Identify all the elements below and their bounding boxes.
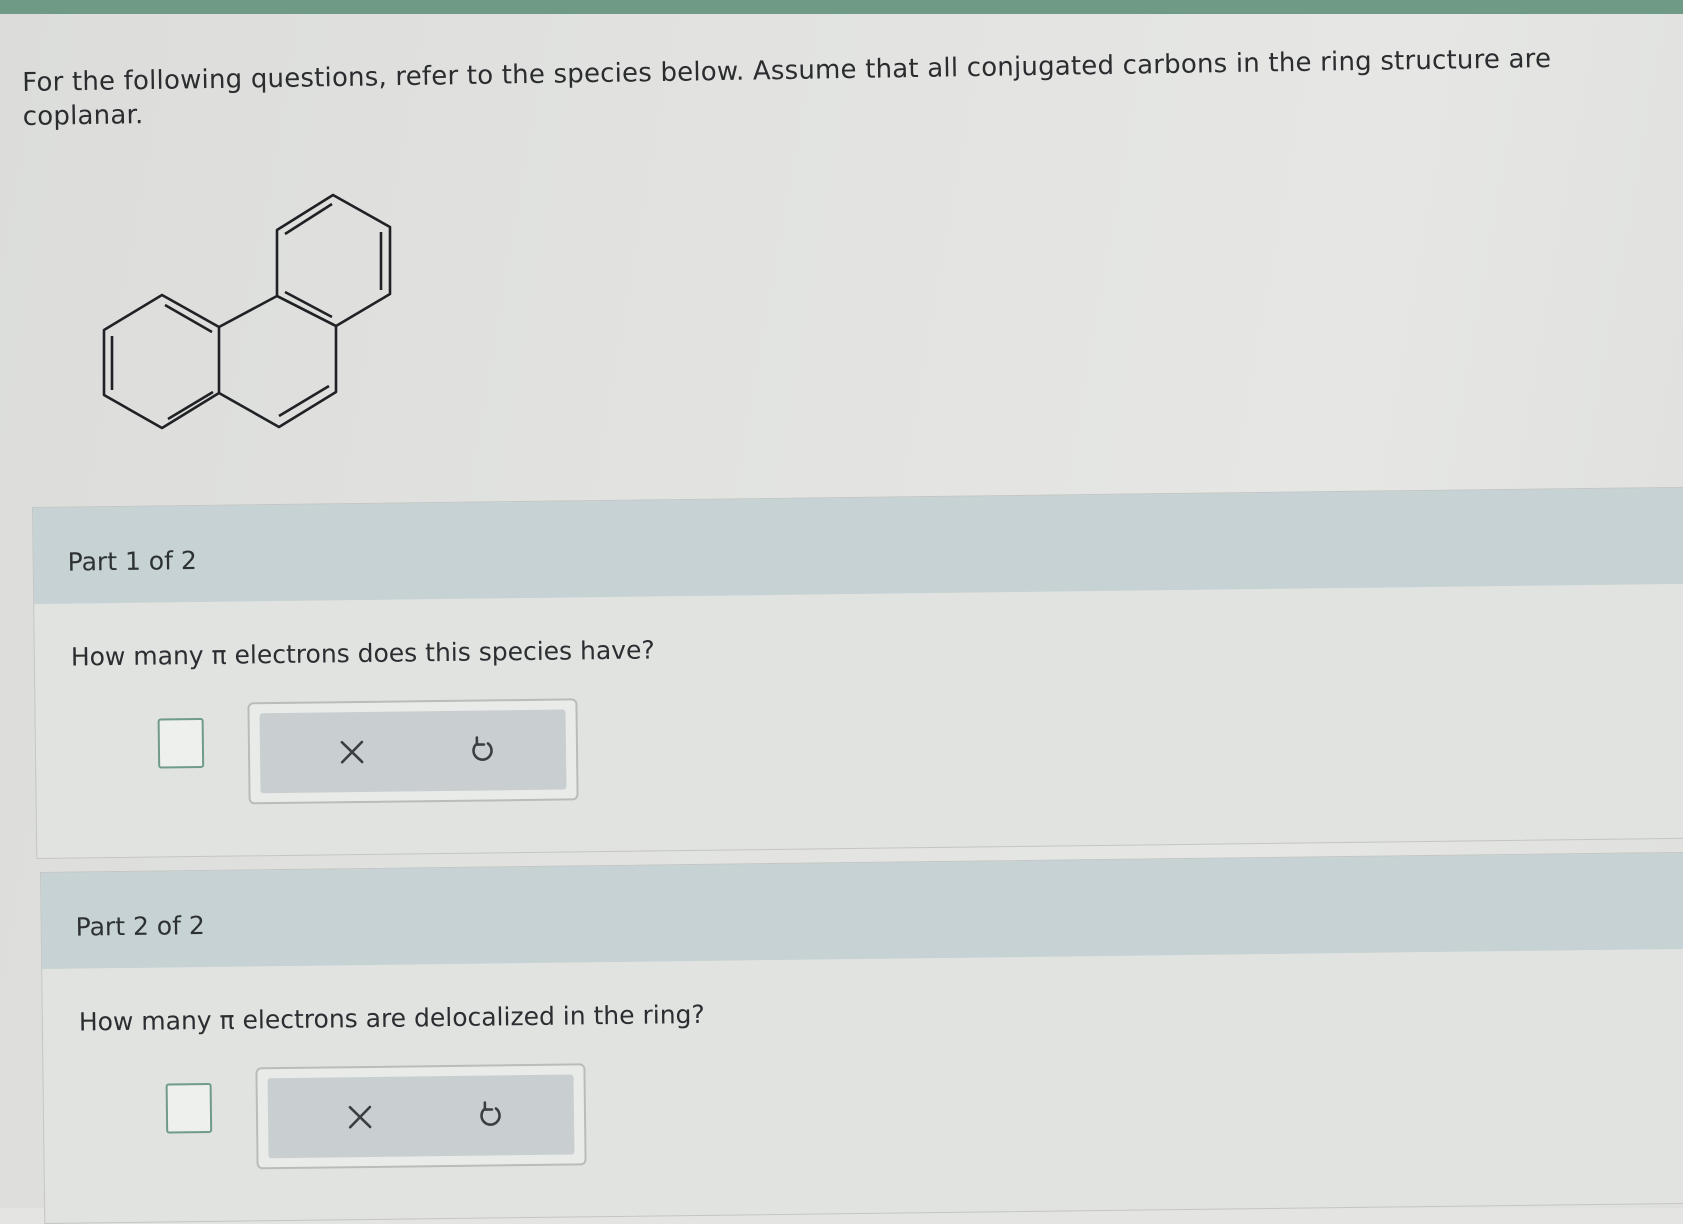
part-1-answer-input[interactable] (157, 717, 205, 769)
question-page: For the following questions, refer to th… (0, 14, 1683, 1224)
part-2-answer-input[interactable] (165, 1082, 213, 1134)
part-1-clear-button[interactable] (330, 730, 375, 775)
x-icon (340, 740, 364, 764)
part-1-undo-button[interactable] (460, 728, 505, 773)
part-1-header: Part 1 of 2 (33, 487, 1683, 604)
part-2-question: How many π electrons are delocalized in … (78, 999, 705, 1037)
part-1-tool-bar (259, 709, 567, 794)
x-icon (348, 1105, 372, 1129)
part-2-tool-bar (267, 1074, 575, 1159)
part-1-label: Part 1 of 2 (67, 545, 197, 577)
part-2-header: Part 2 of 2 (41, 852, 1683, 969)
part-2-section: Part 2 of 2 How many π electrons are del… (40, 851, 1683, 1224)
part-1-tool-panel (247, 698, 579, 805)
phenanthrene-structure-icon (102, 193, 392, 430)
part-2-undo-button[interactable] (468, 1093, 513, 1138)
part-1-question: How many π electrons does this species h… (70, 635, 655, 672)
part-2-label: Part 2 of 2 (75, 910, 205, 942)
undo-icon (472, 736, 493, 761)
intro-text: For the following questions, refer to th… (22, 43, 1552, 132)
top-accent-strip (0, 0, 1683, 14)
part-1-section: Part 1 of 2 How many π electrons does th… (32, 486, 1683, 859)
part-2-clear-button[interactable] (338, 1095, 383, 1140)
undo-icon (480, 1101, 501, 1126)
part-2-tool-panel (255, 1063, 587, 1170)
